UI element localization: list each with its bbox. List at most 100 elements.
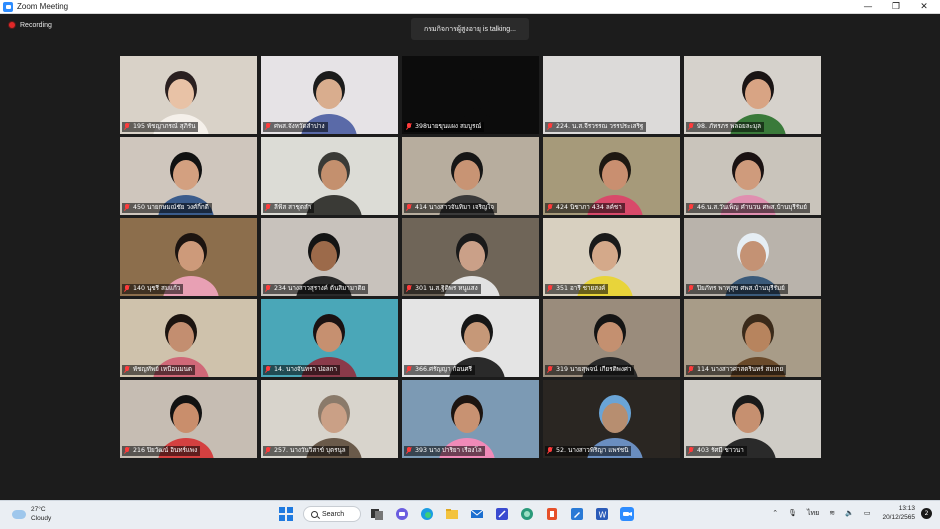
muted-mic-icon (547, 123, 553, 131)
participant-tile[interactable]: 234 นางสาวสุรางค์ ต้นสิมามาติย (261, 218, 398, 296)
participant-tile[interactable]: 393 นาง ปาริยา เรืองโล (402, 380, 539, 458)
gallery-grid: 195 พัชญาภรณ์ สุภิรัน ศพส.จังหวัดลำปาง 398… (120, 56, 821, 458)
chat-icon[interactable] (394, 506, 410, 522)
search-icon (311, 510, 318, 518)
participant-name: 393 นาง ปาริยา เรืองโล (415, 447, 482, 454)
participant-name-tag: 301 น.ส.ฐิติพร หนูแสง (404, 284, 481, 294)
app-icon[interactable] (494, 506, 510, 522)
participant-tile[interactable]: 351 อารี ชายสงค์ (543, 218, 680, 296)
edge-icon-2[interactable] (519, 506, 535, 522)
participant-tile[interactable]: 140 นุชรี สมแก้ว (120, 218, 257, 296)
participant-name: ศพส.จังหวัดลำปาง (274, 123, 325, 130)
task-view-icon[interactable] (369, 506, 385, 522)
clock[interactable]: 13:13 20/12/2565 (882, 504, 915, 522)
muted-mic-icon (688, 204, 694, 212)
participant-name-tag: 46.น.ส.วันเพ็ญ คำนวน ศพส.บ้านบุรีรัมย์ (686, 203, 811, 213)
participant-tile[interactable]: 52. นางสาวพิริญา แพร่ชนิ (543, 380, 680, 458)
muted-mic-icon (688, 285, 694, 293)
participant-name-tag: 195 พัชญาภรณ์ สุภิรัน (122, 122, 199, 132)
participant-tile[interactable]: 195 พัชญาภรณ์ สุภิรัน (120, 56, 257, 134)
muted-mic-icon (406, 204, 412, 212)
wifi-icon[interactable]: ≋ (829, 509, 835, 517)
participant-tile[interactable]: 319 นายสุพจน์ เกียรติพงศา (543, 299, 680, 377)
participant-name: 257. นางวันวิสาข์ บุตรนุล (274, 447, 346, 454)
participant-name-tag: 224. น.ส.จีรวรรณ วรรประเสริฐ (545, 122, 647, 132)
participant-tile[interactable]: 14. นางจันทรา ปอลกา (261, 299, 398, 377)
participant-name-tag: 234 นางสาวสุรางค์ ต้นสิมามาติย (263, 284, 369, 294)
microphone-icon[interactable]: 🎙 (788, 509, 797, 517)
participant-name: 398นายขุนแผง สมบูรณ์ (415, 123, 482, 130)
taskbar-search[interactable]: Search (303, 506, 361, 522)
minimize-button[interactable]: — (853, 0, 883, 14)
participant-name: พัชญทัพย์ เหนือนมนต (133, 366, 193, 373)
participant-tile[interactable]: 403 รัศมี ชาวนา (684, 380, 821, 458)
participant-tile[interactable]: 114 นางสาวศาสตรินทร์ สมเกย (684, 299, 821, 377)
participant-tile[interactable]: 450 นายกษมณ์ชัย วงศ์กิ๊กดี (120, 137, 257, 215)
file-explorer-icon[interactable] (444, 506, 460, 522)
clock-date: 20/12/2565 (882, 514, 915, 521)
word-icon[interactable]: W (594, 506, 610, 522)
svg-text:W: W (599, 511, 607, 520)
participant-tile[interactable]: 414 นางสาวจันทิมา เจริญใจ (402, 137, 539, 215)
participant-tile[interactable]: พัชญทัพย์ เหนือนมนต (120, 299, 257, 377)
participant-tile[interactable]: 424 นิชาภา 434 ลค์ชา (543, 137, 680, 215)
muted-mic-icon (406, 123, 412, 131)
participant-name-tag: 366.ศรัญญา ก้อนศรี (404, 365, 475, 375)
office-icon[interactable] (544, 506, 560, 522)
participant-tile[interactable]: 216 ปิยวัฒน์ อินทร์แพง (120, 380, 257, 458)
participant-name-tag: 450 นายกษมณ์ชัย วงศ์กิ๊กดี (122, 203, 212, 213)
edge-icon[interactable] (419, 506, 435, 522)
participant-tile[interactable]: 98. ภัทรภร พลอยละมุล (684, 56, 821, 134)
weather-widget[interactable]: 27°C Cloudy (12, 505, 51, 523)
muted-mic-icon (688, 123, 694, 131)
participant-tile[interactable]: 224. น.ส.จีรวรรณ วรรประเสริฐ (543, 56, 680, 134)
muted-mic-icon (406, 285, 412, 293)
taskbar-icons: Search W (278, 506, 644, 522)
meeting-stage: Recording กรมกิจการผู้สูงอายุ is talking… (0, 14, 940, 500)
recording-label: Recording (20, 21, 52, 29)
participant-tile[interactable]: ปิยภัทร พาหุสุข ศพส.บ้านบุรีรัมย์ (684, 218, 821, 296)
recording-indicator[interactable]: Recording (8, 21, 52, 29)
muted-mic-icon (124, 366, 130, 374)
pen-icon[interactable] (569, 506, 585, 522)
mail-icon[interactable] (469, 506, 485, 522)
muted-mic-icon (124, 204, 130, 212)
muted-mic-icon (124, 285, 130, 293)
participant-name-tag: พัชญทัพย์ เหนือนมนต (122, 365, 196, 375)
weather-description: Cloudy (31, 515, 52, 522)
maximize-button[interactable]: ❐ (881, 0, 911, 14)
active-speaker-banner: กรมกิจการผู้สูงอายุ is talking... (411, 18, 529, 40)
participant-name-tag: 393 นาง ปาริยา เรืองโล (404, 446, 485, 456)
participant-name-tag: 414 นางสาวจันทิมา เจริญใจ (404, 203, 498, 213)
participant-name: 46.น.ส.วันเพ็ญ คำนวน ศพส.บ้านบุรีรัมย์ (697, 204, 808, 211)
participant-tile[interactable]: ศพส.จังหวัดลำปาง (261, 56, 398, 134)
speaker-icon[interactable]: 🔈 (845, 509, 854, 517)
participant-name: 403 รัศมี ชาวนา (697, 447, 744, 454)
participant-tile[interactable]: 301 น.ส.ฐิติพร หนูแสง (402, 218, 539, 296)
language-indicator[interactable]: ไทย (807, 508, 819, 519)
zoom-icon[interactable] (619, 506, 635, 522)
participant-tile[interactable]: 257. นางวันวิสาข์ บุตรนุล (261, 380, 398, 458)
participant-tile[interactable]: 398นายขุนแผง สมบูรณ์ (402, 56, 539, 134)
notification-badge[interactable]: 2 (921, 507, 932, 519)
title-bar: Zoom Meeting — ❐ ✕ (0, 0, 940, 14)
clock-time: 13:13 (898, 505, 915, 512)
participant-name-tag: ลีฟ้ส สาชุตลำ (263, 203, 315, 213)
participant-tile[interactable]: 366.ศรัญญา ก้อนศรี (402, 299, 539, 377)
participant-tile[interactable]: ลีฟ้ส สาชุตลำ (261, 137, 398, 215)
participant-name-tag: 257. นางวันวิสาข์ บุตรนุล (263, 446, 349, 456)
muted-mic-icon (265, 204, 271, 212)
record-icon (8, 21, 16, 29)
start-icon[interactable] (278, 506, 294, 522)
participant-name-tag: 319 นายสุพจน์ เกียรติพงศา (545, 365, 635, 375)
muted-mic-icon (265, 447, 271, 455)
battery-icon[interactable]: ▭ (864, 509, 871, 517)
muted-mic-icon (547, 204, 553, 212)
participant-name: 414 นางสาวจันทิมา เจริญใจ (415, 204, 495, 211)
participant-name-tag: 398นายขุนแผง สมบูรณ์ (404, 122, 485, 132)
participant-name-tag: ปิยภัทร พาหุสุข ศพส.บ้านบุรีรัมย์ (686, 284, 788, 294)
participant-name-tag: 114 นางสาวศาสตรินทร์ สมเกย (686, 365, 787, 375)
chevron-up-icon[interactable]: ⌃ (772, 509, 778, 517)
close-button[interactable]: ✕ (909, 0, 939, 14)
participant-tile[interactable]: 46.น.ส.วันเพ็ญ คำนวน ศพส.บ้านบุรีรัมย์ (684, 137, 821, 215)
